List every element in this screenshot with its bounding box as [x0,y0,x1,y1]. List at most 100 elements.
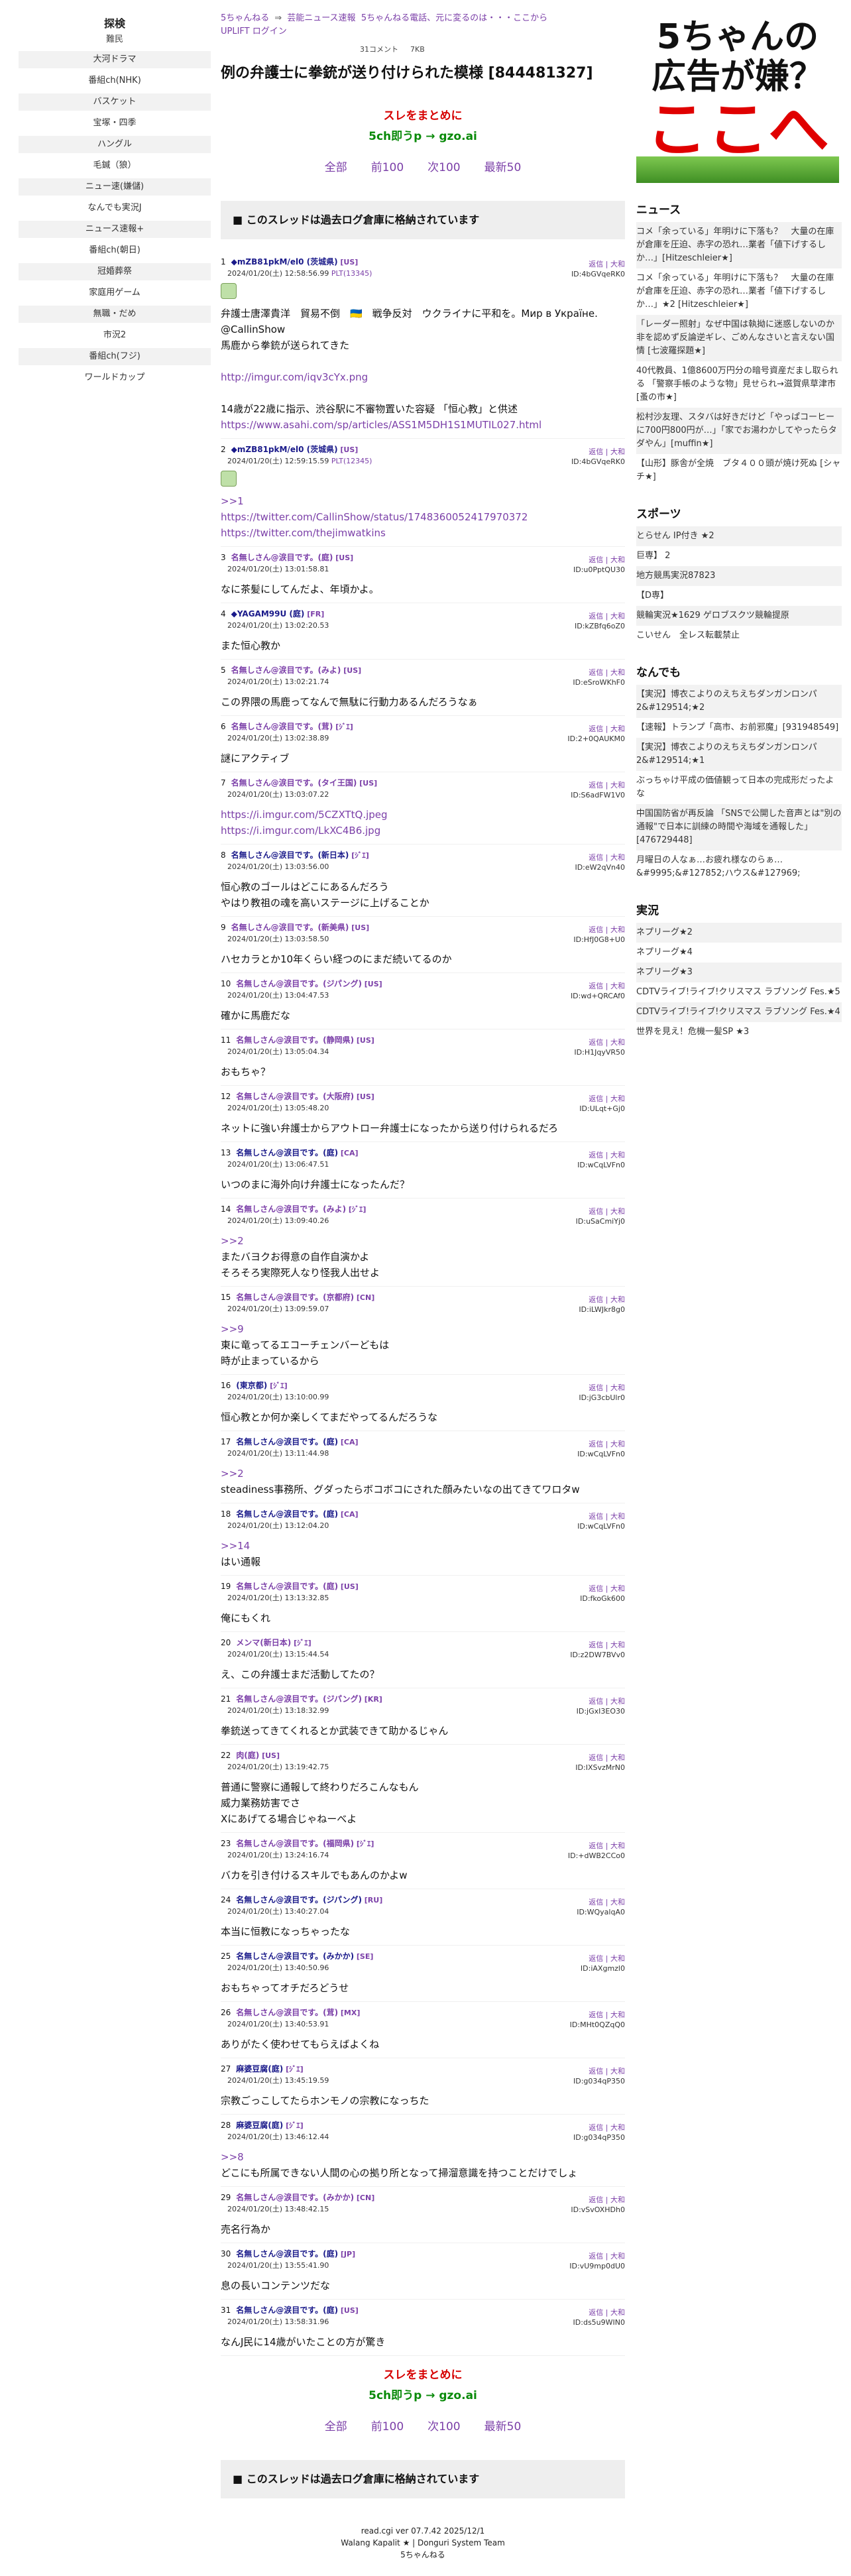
reply-link[interactable]: 返信 [589,1512,603,1521]
post-id[interactable]: ID:g034qP350 [573,2077,625,2085]
pager-next-link[interactable]: 次100 [427,161,460,174]
ad-line-1-bottom[interactable]: スレをまとめに [221,2365,625,2382]
post-id[interactable]: ID:MHt0QZqQ0 [570,2020,625,2029]
big-link[interactable]: 大和 [610,781,625,790]
big-link[interactable]: 大和 [610,1753,625,1762]
pager-latest-link[interactable]: 最新50 [484,161,522,174]
post-id[interactable]: ID:fkoGk600 [580,1594,625,1603]
uplift-login-link[interactable]: UPLIFT ログイン [221,27,287,36]
right-section-item[interactable]: ネプリーグ★2 [636,923,842,943]
right-section-item[interactable]: 「レーダー照射」なぜ中国は執拗に迷惑しないのか 非を認めず反論逆ギレ、ごめんなさ… [636,315,842,361]
big-link[interactable]: 大和 [610,1898,625,1906]
post-id[interactable]: ID:wd+QRCAf0 [571,992,625,1000]
post-link[interactable]: https://www.asahi.com/sp/articles/ASS1M5… [221,419,541,431]
post-link[interactable]: >>8 [221,2151,244,2163]
post-number[interactable]: 5 [221,666,226,675]
post-id[interactable]: ID:ULqt+Gj0 [579,1104,625,1113]
post-id[interactable]: ID:S6adFW1V0 [571,791,625,799]
sidebar-item[interactable]: 大河ドラマ [19,51,211,68]
post-number[interactable]: 21 [221,1694,231,1704]
reply-link[interactable]: 返信 [589,1842,603,1850]
post-link[interactable]: >>1 [221,495,244,507]
big-link[interactable]: 大和 [610,1512,625,1521]
post-number[interactable]: 30 [221,2249,231,2258]
right-section-item[interactable]: コメ「余っている」年明けに下落も？ 大量の在庫が倉庫を圧迫、赤字の恐れ…業者「値… [636,268,842,315]
right-section-item[interactable]: ネプリーグ★3 [636,963,842,982]
post-plt-link[interactable]: PLT(13345) [331,269,372,278]
post-number[interactable]: 27 [221,2064,231,2074]
post-id[interactable]: ID:4bGVqeRK0 [571,457,625,466]
post-id[interactable]: ID:H1JqyVR50 [574,1048,625,1057]
post-number[interactable]: 25 [221,1952,231,1961]
post-link[interactable]: >>2 [221,1235,244,1247]
right-section-item[interactable]: ぶっちゃけ平成の価値観って日本の完成形だったよな [636,771,842,804]
post-number[interactable]: 9 [221,923,226,932]
right-section-item[interactable]: CDTVライブ!ライブ!クリスマス ラブソング Fes.★4 [636,1002,842,1022]
big-link[interactable]: 大和 [610,1383,625,1392]
post-number[interactable]: 7 [221,778,226,788]
sidebar-item[interactable]: 番組ch(フジ) [19,348,211,365]
big-link[interactable]: 大和 [610,1295,625,1304]
big-link[interactable]: 大和 [610,1641,625,1649]
pager-latest-link-bottom[interactable]: 最新50 [484,2420,522,2433]
big-link[interactable]: 大和 [610,1954,625,1963]
reply-link[interactable]: 返信 [589,781,603,790]
post-number[interactable]: 6 [221,722,226,731]
post-id[interactable]: ID:4bGVqeRK0 [571,270,625,278]
post-number[interactable]: 3 [221,553,226,562]
sidebar-subtitle[interactable]: 難民 [19,32,211,44]
post-id[interactable]: ID:g034qP350 [573,2133,625,2142]
right-section-item[interactable]: 月曜日の人なぁ…お疲れ様なのらぁ…&#9995;&#127852;ハウス&#12… [636,850,842,884]
reply-link[interactable]: 返信 [589,2067,603,2076]
big-link[interactable]: 大和 [610,725,625,733]
sidebar-item[interactable]: 冠婚葬祭 [19,263,211,280]
post-id[interactable]: ID:vU9mp0dU0 [569,2262,625,2270]
reply-link[interactable]: 返信 [589,1697,603,1706]
big-link[interactable]: 大和 [610,853,625,862]
post-id[interactable]: ID:kZBfq6oZ0 [575,622,625,630]
post-number[interactable]: 17 [221,1437,231,1446]
post-number[interactable]: 23 [221,1839,231,1848]
reply-link[interactable]: 返信 [589,982,603,990]
reply-link[interactable]: 返信 [589,1038,603,1047]
big-link[interactable]: 大和 [610,1842,625,1850]
ad-banner[interactable]: 5ちゃんの 広告が嫌？ ここへ [636,12,839,183]
reply-link[interactable]: 返信 [589,1094,603,1103]
breadcrumb-notice-link[interactable]: 5ちゃんねる電話、元に変るのは・・・ここから [361,13,547,23]
breadcrumb-home-link[interactable]: 5ちゃんねる [221,13,269,23]
ad-line-2-bottom[interactable]: 5ch即うp → gzo.ai [221,2386,625,2402]
big-link[interactable]: 大和 [610,925,625,934]
reply-link[interactable]: 返信 [589,2123,603,2132]
sidebar-item[interactable]: 無職・だめ [19,306,211,323]
ad-block-top[interactable]: スレをまとめに 5ch即うp → gzo.ai [221,106,625,143]
post-id[interactable]: ID:WQyalqA0 [577,1908,625,1916]
sidebar-item[interactable]: 宝塚・四季 [19,115,211,132]
big-link[interactable]: 大和 [610,612,625,620]
reply-link[interactable]: 返信 [589,725,603,733]
big-link[interactable]: 大和 [610,2195,625,2204]
footer-site[interactable]: 5ちゃんねる [221,2549,625,2561]
pager-all-link-bottom[interactable]: 全部 [325,2420,347,2433]
post-number[interactable]: 20 [221,1638,231,1647]
reply-link[interactable]: 返信 [589,853,603,862]
big-link[interactable]: 大和 [610,2123,625,2132]
sidebar-item[interactable]: 毛鍼（狼） [19,157,211,174]
post-id[interactable]: ID:u0PptQU30 [573,565,625,574]
big-link[interactable]: 大和 [610,260,625,268]
big-link[interactable]: 大和 [610,2067,625,2076]
breadcrumb-board-link[interactable]: 芸能ニュース速報 [287,13,355,23]
pager-all-link[interactable]: 全部 [325,161,347,174]
right-section-item[interactable]: 【速報】トランプ「高市、お前邪魔」[931948549] [636,718,842,738]
reply-link[interactable]: 返信 [589,556,603,564]
post-id[interactable]: ID:z2DW7BVv0 [570,1651,625,1659]
sidebar-item[interactable]: ハングル [19,136,211,153]
reply-link[interactable]: 返信 [589,612,603,620]
post-number[interactable]: 28 [221,2121,231,2130]
reply-link[interactable]: 返信 [589,925,603,934]
reply-link[interactable]: 返信 [589,1584,603,1593]
reply-link[interactable]: 返信 [589,2195,603,2204]
post-number[interactable]: 26 [221,2008,231,2017]
pager-prev-link[interactable]: 前100 [371,161,404,174]
post-id[interactable]: ID:eW2qVn40 [575,863,625,872]
post-id[interactable]: ID:wCqLVFn0 [577,1161,625,1169]
